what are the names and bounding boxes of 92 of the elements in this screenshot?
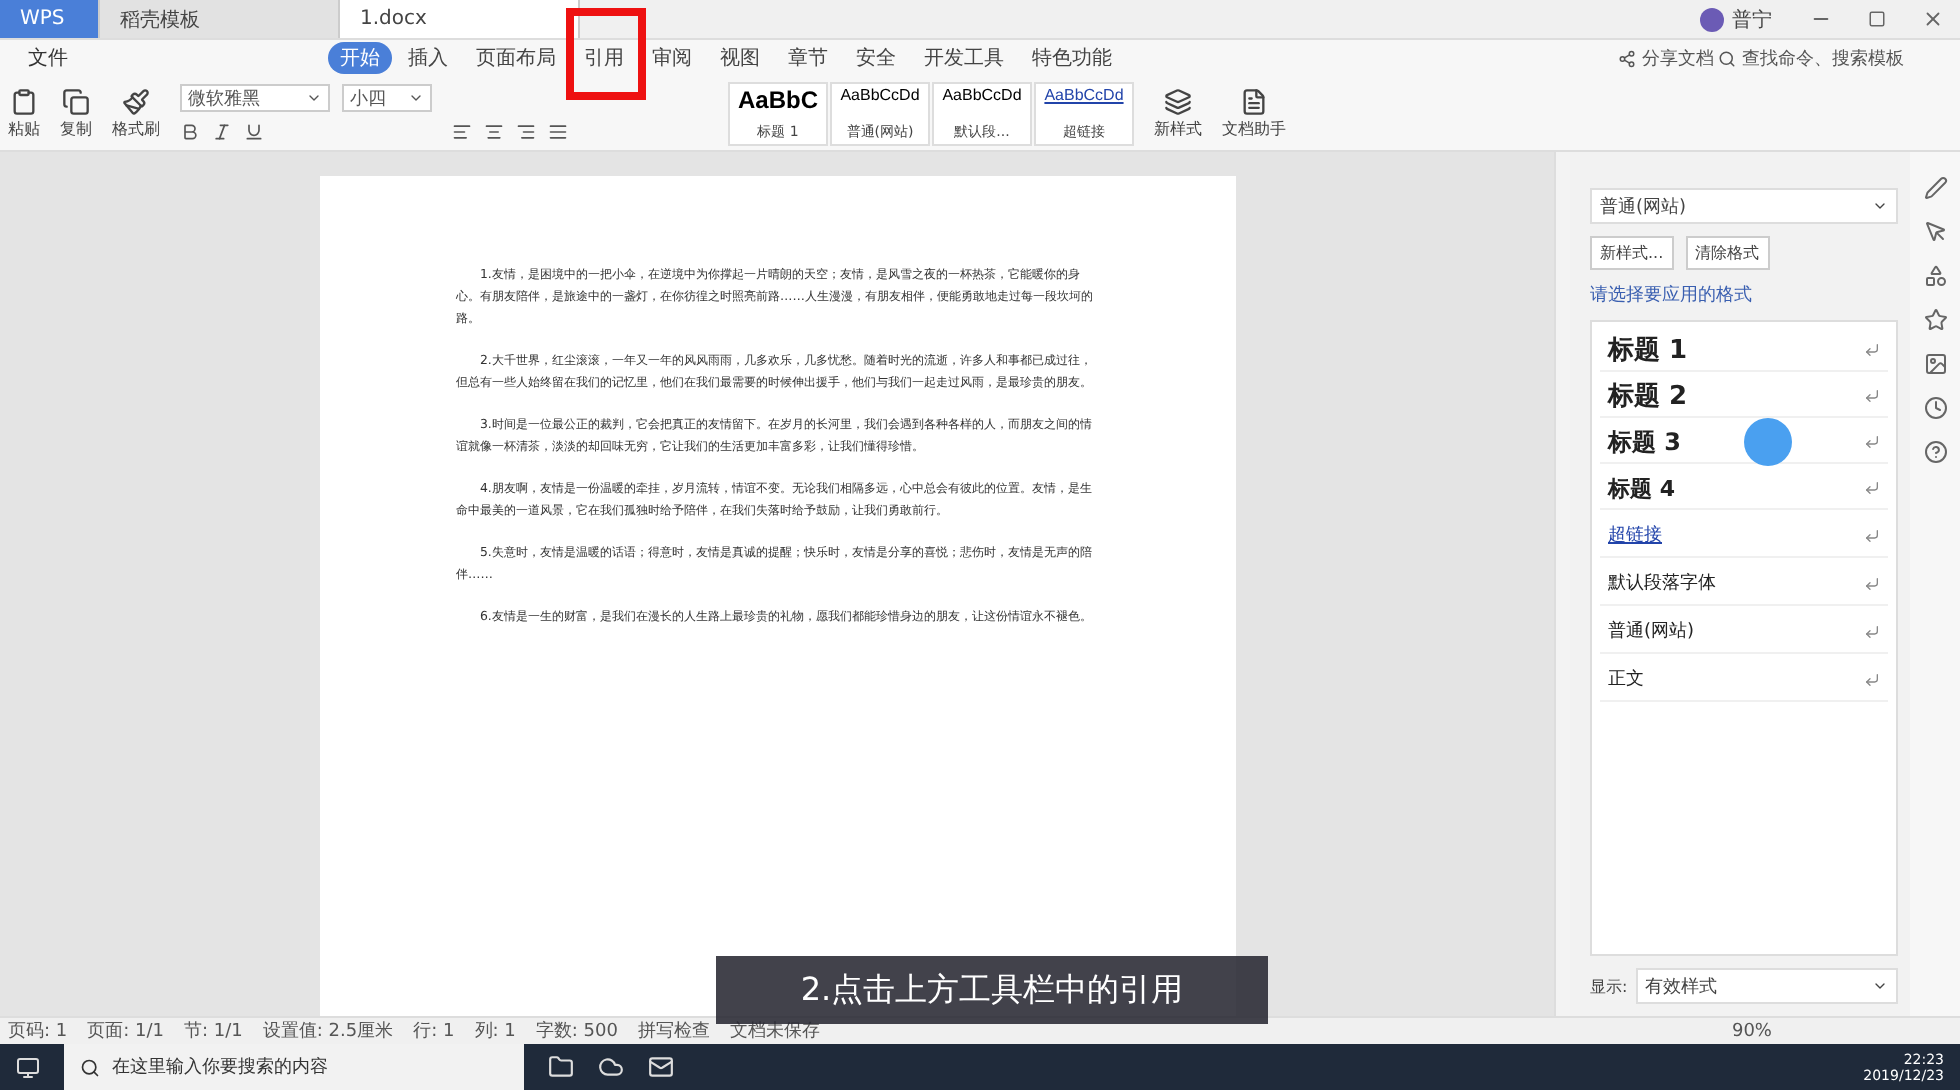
layers-icon — [1164, 87, 1192, 115]
format-painter-button[interactable]: 格式刷 — [112, 87, 160, 139]
style-item[interactable]: 超链接 — [1600, 514, 1888, 558]
document-assistant-button[interactable]: 文档助手 — [1222, 87, 1286, 139]
style-item[interactable]: 标题 1 — [1600, 330, 1888, 372]
italic-icon[interactable] — [212, 122, 232, 142]
ribbon-tab[interactable]: 开发工具 — [912, 42, 1016, 74]
status-item: 设置值: 2.5厘米 — [262, 1019, 394, 1044]
cloud-icon[interactable] — [598, 1054, 624, 1080]
zoom-level[interactable]: 90% — [1731, 1021, 1772, 1041]
return-icon — [1864, 434, 1880, 450]
return-icon — [1864, 623, 1880, 639]
return-icon — [1864, 388, 1880, 404]
show-label: 显示: — [1590, 975, 1628, 997]
avatar-icon — [1700, 7, 1724, 31]
style-sample: AaBbCcDd — [1044, 85, 1124, 103]
pane-button[interactable]: 清除格式 — [1685, 236, 1770, 270]
search-icon — [1718, 49, 1736, 67]
document-tab[interactable]: WPS — [0, 0, 100, 38]
share-button[interactable]: 分享文档 — [1618, 45, 1714, 71]
align-left-icon[interactable] — [452, 122, 472, 142]
document-tab[interactable]: 稻壳模板 — [100, 0, 340, 38]
dropdown-icon — [306, 90, 322, 106]
account-name[interactable]: 普宁 — [1732, 5, 1772, 33]
status-item: 页码: 1 — [8, 1020, 68, 1044]
style-item[interactable]: 正文 — [1600, 658, 1888, 702]
return-icon — [1864, 527, 1880, 543]
star-icon[interactable] — [1923, 308, 1947, 332]
highlight-frame — [566, 8, 646, 100]
return-icon — [1864, 342, 1880, 358]
style-item[interactable]: 标题 4 — [1600, 468, 1888, 510]
help-icon[interactable] — [1923, 440, 1947, 464]
style-item[interactable]: 普通(网站) — [1600, 610, 1888, 654]
taskbar-search[interactable]: 在这里输入你要搜索的内容 — [64, 1044, 524, 1090]
justify-icon[interactable] — [548, 122, 568, 142]
image-icon[interactable] — [1923, 352, 1947, 376]
return-icon — [1864, 480, 1880, 496]
style-sample: AaBbC — [737, 85, 818, 113]
folder-icon[interactable] — [548, 1054, 574, 1080]
copy-icon — [62, 87, 90, 115]
document-tab[interactable]: 1.docx — [340, 0, 580, 38]
copy-button[interactable]: 复制 — [60, 87, 92, 139]
ribbon-tab[interactable]: 引用 — [572, 42, 636, 74]
status-item: 字数: 500 — [535, 1019, 618, 1044]
return-icon — [1864, 575, 1880, 591]
ribbon-tab[interactable]: 特色功能 — [1020, 42, 1124, 74]
ribbon-tab[interactable]: 插入 — [396, 42, 460, 74]
style-item[interactable]: 默认段落字体 — [1600, 562, 1888, 606]
command-search[interactable]: 查找命令、搜索模板 — [1718, 45, 1904, 71]
paste-button[interactable]: 粘贴 — [8, 87, 40, 139]
return-icon — [1864, 671, 1880, 687]
dropdown-icon — [1872, 198, 1888, 214]
ribbon-tab[interactable]: 页面布局 — [464, 42, 568, 74]
align-right-icon[interactable] — [516, 122, 536, 142]
font-size-field[interactable]: 小四 — [342, 84, 432, 112]
underline-icon[interactable] — [244, 122, 264, 142]
pane-prompt: 请选择要应用的格式 — [1590, 283, 1754, 308]
font-field[interactable]: 微软雅黑 — [180, 84, 330, 112]
ribbon-tab[interactable]: 审阅 — [640, 42, 704, 74]
show-field[interactable]: 有效样式 — [1635, 968, 1898, 1004]
search-icon — [80, 1057, 100, 1077]
history-icon[interactable] — [1923, 396, 1947, 420]
style-item[interactable]: 标题 2 — [1600, 376, 1888, 418]
status-item: 文档未保存 — [729, 1019, 820, 1044]
pane-button[interactable]: 新样式... — [1590, 236, 1674, 270]
ribbon-tab[interactable]: 视图 — [708, 42, 772, 74]
mail-icon[interactable] — [648, 1054, 674, 1080]
document-icon — [1240, 87, 1268, 115]
status-item: 行: 1 — [413, 1020, 455, 1044]
style-sample: AaBbCcDd — [942, 85, 1022, 103]
ribbon-tab[interactable]: 开始 — [328, 42, 392, 74]
status-item: 节: 1/1 — [184, 1019, 243, 1044]
bold-icon[interactable] — [180, 122, 200, 142]
dropdown-icon — [1872, 978, 1888, 994]
style-sample: AaBbCcDd — [840, 85, 920, 103]
clipboard-icon — [10, 87, 38, 115]
align-center-icon[interactable] — [484, 122, 504, 142]
shapes-icon[interactable] — [1923, 264, 1947, 288]
ribbon-tab[interactable]: 安全 — [844, 42, 908, 74]
video-caption: 2.点击上方工具栏中的引用 — [716, 956, 1268, 1024]
ribbon-tab[interactable]: 章节 — [776, 42, 840, 74]
pen-icon[interactable] — [1923, 176, 1947, 200]
brush-icon — [122, 87, 150, 115]
file-menu[interactable]: 文件 — [12, 44, 84, 72]
status-item: 页面: 1/1 — [87, 1020, 165, 1044]
share-icon — [1618, 49, 1636, 67]
status-item: 列: 1 — [474, 1019, 516, 1044]
pointer-icon[interactable] — [1923, 220, 1947, 244]
new-style-button[interactable]: 新样式 — [1154, 87, 1202, 139]
dropdown-icon — [408, 90, 424, 106]
current-style-field[interactable]: 普通(网站) — [1590, 188, 1898, 224]
status-item: 拼写检查 — [637, 1019, 710, 1044]
